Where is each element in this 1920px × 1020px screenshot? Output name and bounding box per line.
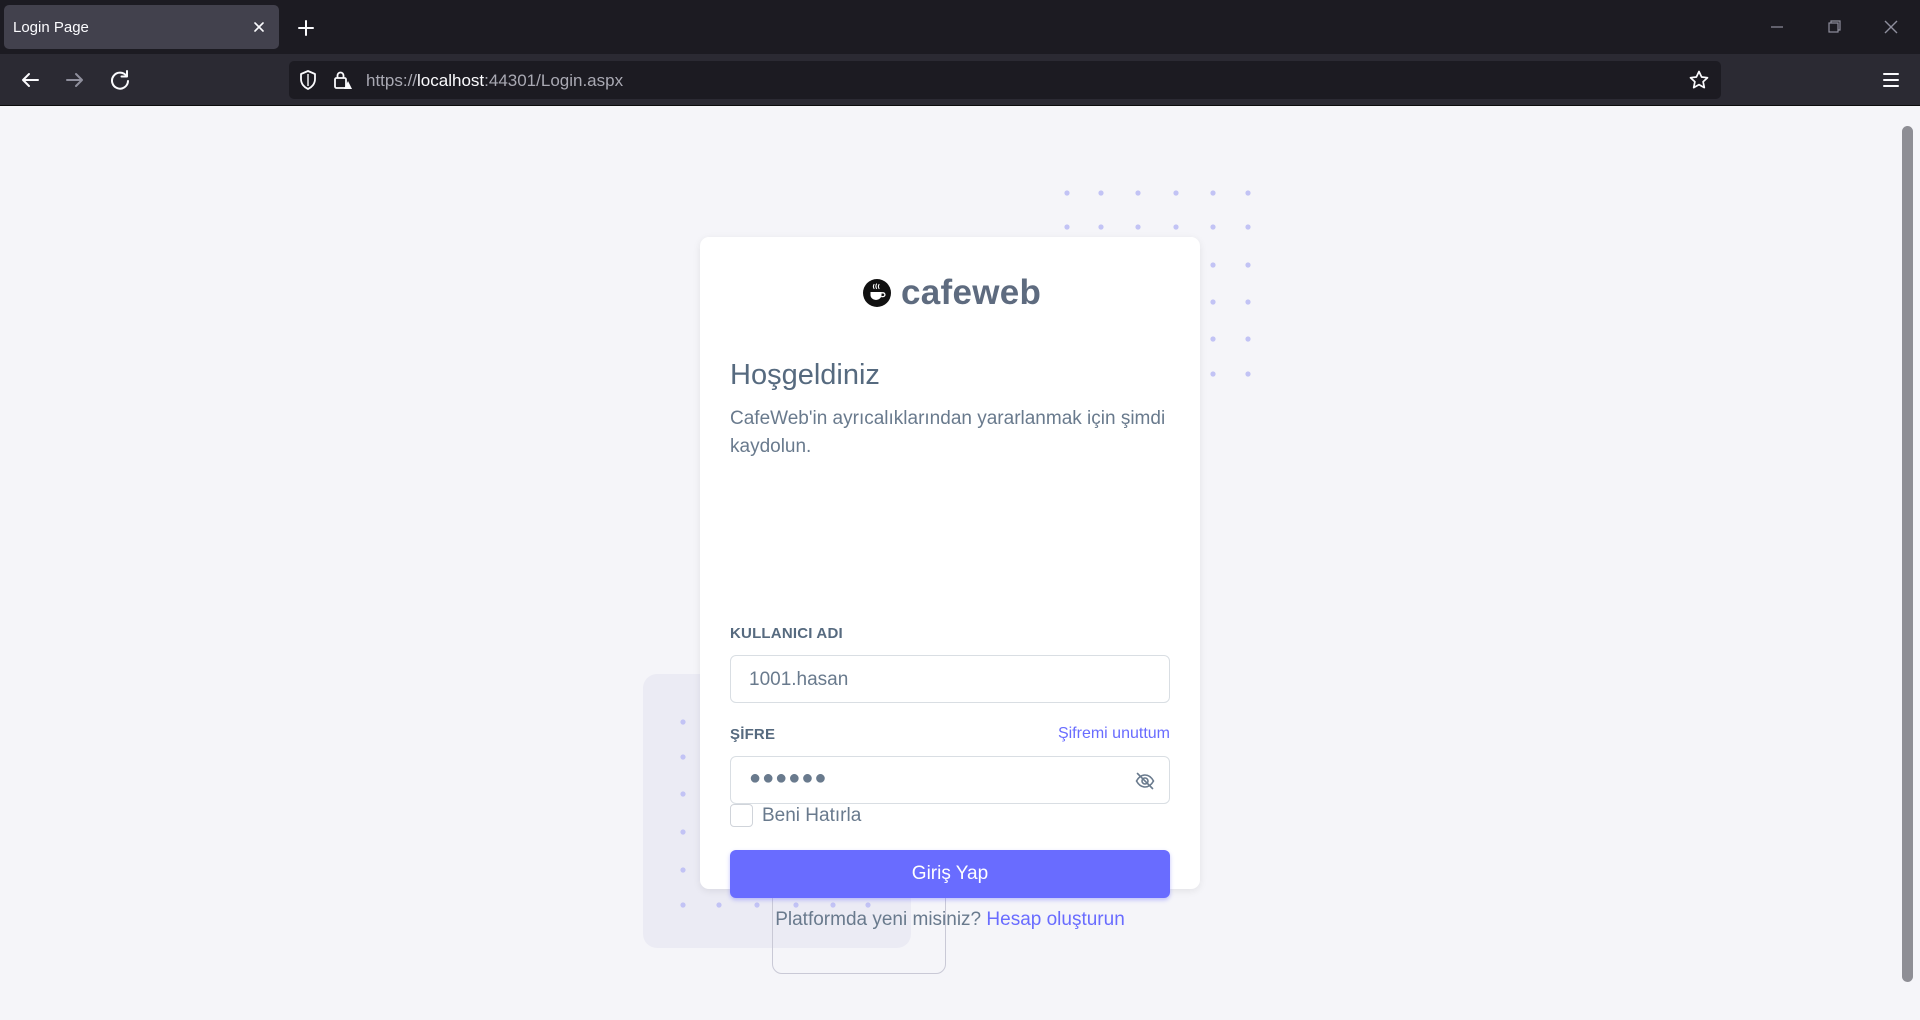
username-label: KULLANICI ADI (730, 625, 843, 642)
password-input[interactable]: ●●●●●● (730, 756, 1170, 804)
brand-name: cafeweb (901, 273, 1042, 312)
username-input[interactable]: 1001.hasan (730, 655, 1170, 703)
tab-title: Login Page (13, 19, 89, 36)
url-scheme: https:// (366, 71, 418, 90)
forgot-password-link[interactable]: Şifremi unuttum (1058, 725, 1170, 743)
login-card: cafeweb Hoşgeldiniz CafeWeb'in ayrıcalık… (700, 237, 1200, 930)
password-value: ●●●●●● (749, 767, 828, 789)
eye-off-icon[interactable] (1134, 770, 1156, 792)
star-icon[interactable] (1688, 69, 1710, 91)
signup-prompt-text: Platformda yeni misiniz? (775, 909, 982, 930)
restore-icon[interactable] (1814, 12, 1854, 42)
coffee-cup-icon (863, 279, 891, 307)
address-bar[interactable]: https://localhost:44301/Login.aspx (289, 61, 1721, 99)
shield-icon[interactable] (297, 69, 319, 91)
browser-tab-bar: Login Page (0, 0, 1920, 54)
reload-icon[interactable] (105, 65, 135, 95)
page-viewport: cafeweb Hoşgeldiniz CafeWeb'in ayrıcalık… (0, 107, 1920, 1020)
url-text[interactable]: https://localhost:44301/Login.aspx (366, 71, 623, 91)
url-host: localhost (417, 71, 485, 90)
lock-warning-icon[interactable] (331, 69, 353, 91)
username-value: 1001.hasan (749, 669, 849, 690)
remember-me-checkbox[interactable] (730, 804, 753, 827)
page-title: Hoşgeldiniz (730, 359, 880, 391)
browser-tab[interactable]: Login Page (4, 5, 279, 49)
create-account-link[interactable]: Hesap oluşturun (986, 909, 1124, 930)
password-label: ŞİFRE (730, 726, 776, 743)
remember-me-label[interactable]: Beni Hatırla (762, 805, 861, 827)
brand-logo: cafeweb (862, 271, 1041, 315)
plus-icon[interactable] (289, 13, 323, 43)
scrollbar-thumb[interactable] (1902, 126, 1913, 982)
hamburger-menu-icon[interactable] (1876, 65, 1906, 95)
url-path: :44301/Login.aspx (484, 71, 624, 90)
arrow-left-icon[interactable] (15, 65, 45, 95)
page-subtitle: CafeWeb'in ayrıcalıklarından yararlanmak… (730, 408, 1166, 457)
login-button[interactable]: Giriş Yap (730, 850, 1170, 898)
browser-nav-bar: https://localhost:44301/Login.aspx (0, 54, 1920, 106)
minimize-icon[interactable] (1757, 12, 1797, 42)
signup-prompt: Platformda yeni misiniz? Hesap oluşturun (700, 909, 1200, 931)
window-close-icon[interactable] (1871, 12, 1911, 42)
close-icon[interactable] (247, 15, 271, 39)
arrow-right-icon[interactable] (60, 65, 90, 95)
